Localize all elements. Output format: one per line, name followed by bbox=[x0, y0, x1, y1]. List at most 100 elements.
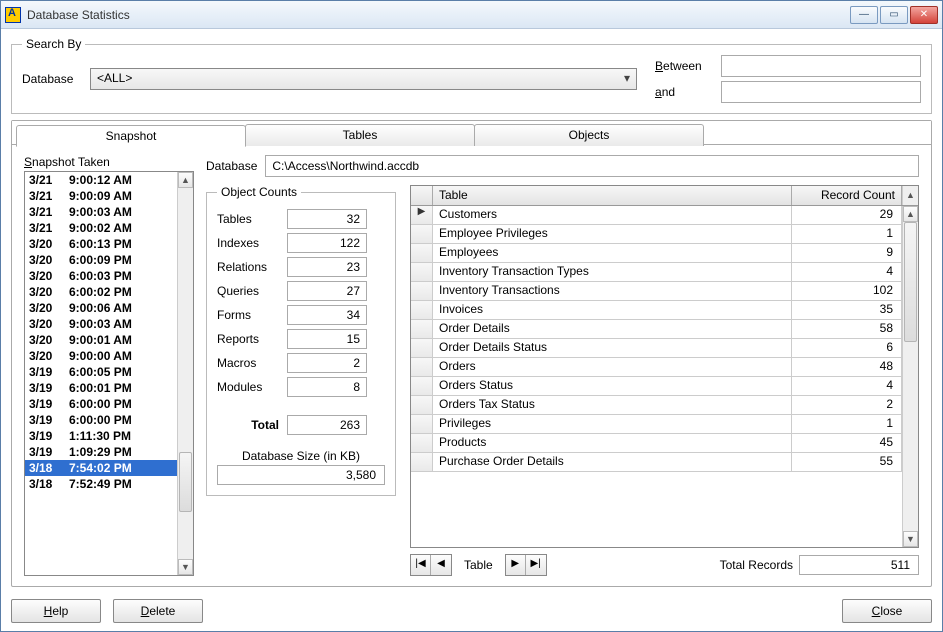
titlebar[interactable]: Database Statistics — ▭ ✕ bbox=[1, 1, 942, 29]
window-title: Database Statistics bbox=[27, 8, 850, 22]
count-value bbox=[287, 257, 367, 277]
count-value bbox=[287, 329, 367, 349]
snapshot-row[interactable]: 3/196:00:00 PM bbox=[25, 412, 177, 428]
close-button[interactable]: Close bbox=[842, 599, 932, 623]
snapshot-row[interactable]: 3/219:00:02 AM bbox=[25, 220, 177, 236]
table-row[interactable]: Products45 bbox=[411, 434, 902, 453]
scroll-up-icon[interactable]: ▲ bbox=[178, 172, 193, 188]
table-row[interactable]: Invoices35 bbox=[411, 301, 902, 320]
count-label: Modules bbox=[217, 380, 287, 394]
table-row[interactable]: ▶Customers29 bbox=[411, 206, 902, 225]
snapshot-row[interactable]: 3/209:00:01 AM bbox=[25, 332, 177, 348]
snapshot-row[interactable]: 3/196:00:01 PM bbox=[25, 380, 177, 396]
snapshot-row[interactable]: 3/187:54:02 PM bbox=[25, 460, 177, 476]
count-label: Tables bbox=[217, 212, 287, 226]
snapshot-row[interactable]: 3/219:00:09 AM bbox=[25, 188, 177, 204]
table-row[interactable]: Inventory Transactions102 bbox=[411, 282, 902, 301]
snapshot-row[interactable]: 3/209:00:03 AM bbox=[25, 316, 177, 332]
nav-prev-button[interactable]: ◀ bbox=[431, 555, 451, 575]
count-label: Indexes bbox=[217, 236, 287, 250]
table-row[interactable]: Order Details58 bbox=[411, 320, 902, 339]
table-row[interactable]: Order Details Status6 bbox=[411, 339, 902, 358]
grid-row-header bbox=[411, 186, 433, 205]
snapshot-row[interactable]: 3/191:09:29 PM bbox=[25, 444, 177, 460]
nav-first-button[interactable]: |◀ bbox=[411, 555, 431, 575]
record-nav: |◀ ◀ bbox=[410, 554, 452, 576]
help-button[interactable]: Help bbox=[11, 599, 101, 623]
object-counts-group: Object Counts TablesIndexesRelationsQuer… bbox=[206, 185, 396, 496]
count-label: Forms bbox=[217, 308, 287, 322]
count-value bbox=[287, 233, 367, 253]
snapshot-scrollbar[interactable]: ▲ ▼ bbox=[177, 172, 193, 575]
close-window-button[interactable]: ✕ bbox=[910, 6, 938, 24]
search-by-legend: Search By bbox=[22, 37, 85, 51]
grid-col-count[interactable]: Record Count bbox=[792, 186, 902, 205]
database-path-label: Database bbox=[206, 159, 257, 173]
nav-label: Table bbox=[458, 558, 499, 572]
table-grid[interactable]: Table Record Count ▲ ▶Customers29Employe… bbox=[410, 185, 919, 548]
database-select[interactable]: <ALL> bbox=[90, 68, 637, 90]
between-label: Between bbox=[655, 59, 715, 73]
nav-next-button[interactable]: ▶ bbox=[506, 555, 526, 575]
scroll-thumb[interactable] bbox=[179, 452, 192, 512]
snapshot-row[interactable]: 3/206:00:09 PM bbox=[25, 252, 177, 268]
table-row[interactable]: Orders Tax Status2 bbox=[411, 396, 902, 415]
tab-container: Snapshot Tables Objects Snapshot Taken 3… bbox=[11, 120, 932, 587]
table-row[interactable]: Employees9 bbox=[411, 244, 902, 263]
snapshot-row[interactable]: 3/219:00:03 AM bbox=[25, 204, 177, 220]
tab-objects[interactable]: Objects bbox=[474, 124, 704, 146]
dbsize-value bbox=[217, 465, 385, 485]
count-label: Queries bbox=[217, 284, 287, 298]
grid-col-table[interactable]: Table bbox=[433, 186, 792, 205]
count-value bbox=[287, 377, 367, 397]
tab-tables[interactable]: Tables bbox=[245, 124, 475, 146]
snapshot-row[interactable]: 3/187:52:49 PM bbox=[25, 476, 177, 492]
tab-snapshot[interactable]: Snapshot bbox=[16, 125, 246, 147]
and-input[interactable] bbox=[721, 81, 921, 103]
snapshot-row[interactable]: 3/196:00:05 PM bbox=[25, 364, 177, 380]
snapshot-taken-label: Snapshot Taken bbox=[24, 155, 194, 169]
snapshot-row[interactable]: 3/206:00:02 PM bbox=[25, 284, 177, 300]
table-row[interactable]: Purchase Order Details55 bbox=[411, 453, 902, 472]
snapshot-row[interactable]: 3/219:00:12 AM bbox=[25, 172, 177, 188]
snapshot-row[interactable]: 3/206:00:03 PM bbox=[25, 268, 177, 284]
count-value bbox=[287, 209, 367, 229]
and-label: and bbox=[655, 85, 715, 99]
snapshot-row[interactable]: 3/206:00:13 PM bbox=[25, 236, 177, 252]
count-label: Reports bbox=[217, 332, 287, 346]
grid-scroll-up-icon[interactable]: ▲ bbox=[902, 186, 918, 205]
snapshot-row[interactable]: 3/209:00:06 AM bbox=[25, 300, 177, 316]
count-value bbox=[287, 305, 367, 325]
table-row[interactable]: Employee Privileges1 bbox=[411, 225, 902, 244]
grid-scrollbar[interactable]: ▲ ▼ bbox=[902, 206, 918, 547]
total-records-label: Total Records bbox=[720, 558, 793, 572]
total-records-value bbox=[799, 555, 919, 575]
scroll-down-icon[interactable]: ▼ bbox=[178, 559, 193, 575]
window: Database Statistics — ▭ ✕ Search By Data… bbox=[0, 0, 943, 632]
minimize-button[interactable]: — bbox=[850, 6, 878, 24]
snapshot-list[interactable]: 3/219:00:12 AM3/219:00:09 AM3/219:00:03 … bbox=[24, 171, 194, 576]
database-label: Database bbox=[22, 72, 82, 86]
database-path-input[interactable] bbox=[265, 155, 919, 177]
table-row[interactable]: Inventory Transaction Types4 bbox=[411, 263, 902, 282]
dbsize-label: Database Size (in KB) bbox=[217, 449, 385, 463]
snapshot-row[interactable]: 3/196:00:00 PM bbox=[25, 396, 177, 412]
count-label: Macros bbox=[217, 356, 287, 370]
app-icon bbox=[5, 7, 21, 23]
delete-button[interactable]: Delete bbox=[113, 599, 203, 623]
table-row[interactable]: Orders48 bbox=[411, 358, 902, 377]
snapshot-row[interactable]: 3/209:00:00 AM bbox=[25, 348, 177, 364]
search-by-group: Search By Database <ALL> Between and bbox=[11, 37, 932, 114]
table-row[interactable]: Privileges1 bbox=[411, 415, 902, 434]
snapshot-row[interactable]: 3/191:11:30 PM bbox=[25, 428, 177, 444]
total-value bbox=[287, 415, 367, 435]
count-value bbox=[287, 281, 367, 301]
grid-scroll-down[interactable]: ▼ bbox=[903, 531, 918, 547]
table-row[interactable]: Orders Status4 bbox=[411, 377, 902, 396]
nav-last-button[interactable]: ▶| bbox=[526, 555, 546, 575]
grid-scroll-thumb[interactable] bbox=[904, 222, 917, 342]
count-value bbox=[287, 353, 367, 373]
maximize-button[interactable]: ▭ bbox=[880, 6, 908, 24]
between-input[interactable] bbox=[721, 55, 921, 77]
grid-scroll-up[interactable]: ▲ bbox=[903, 206, 918, 222]
